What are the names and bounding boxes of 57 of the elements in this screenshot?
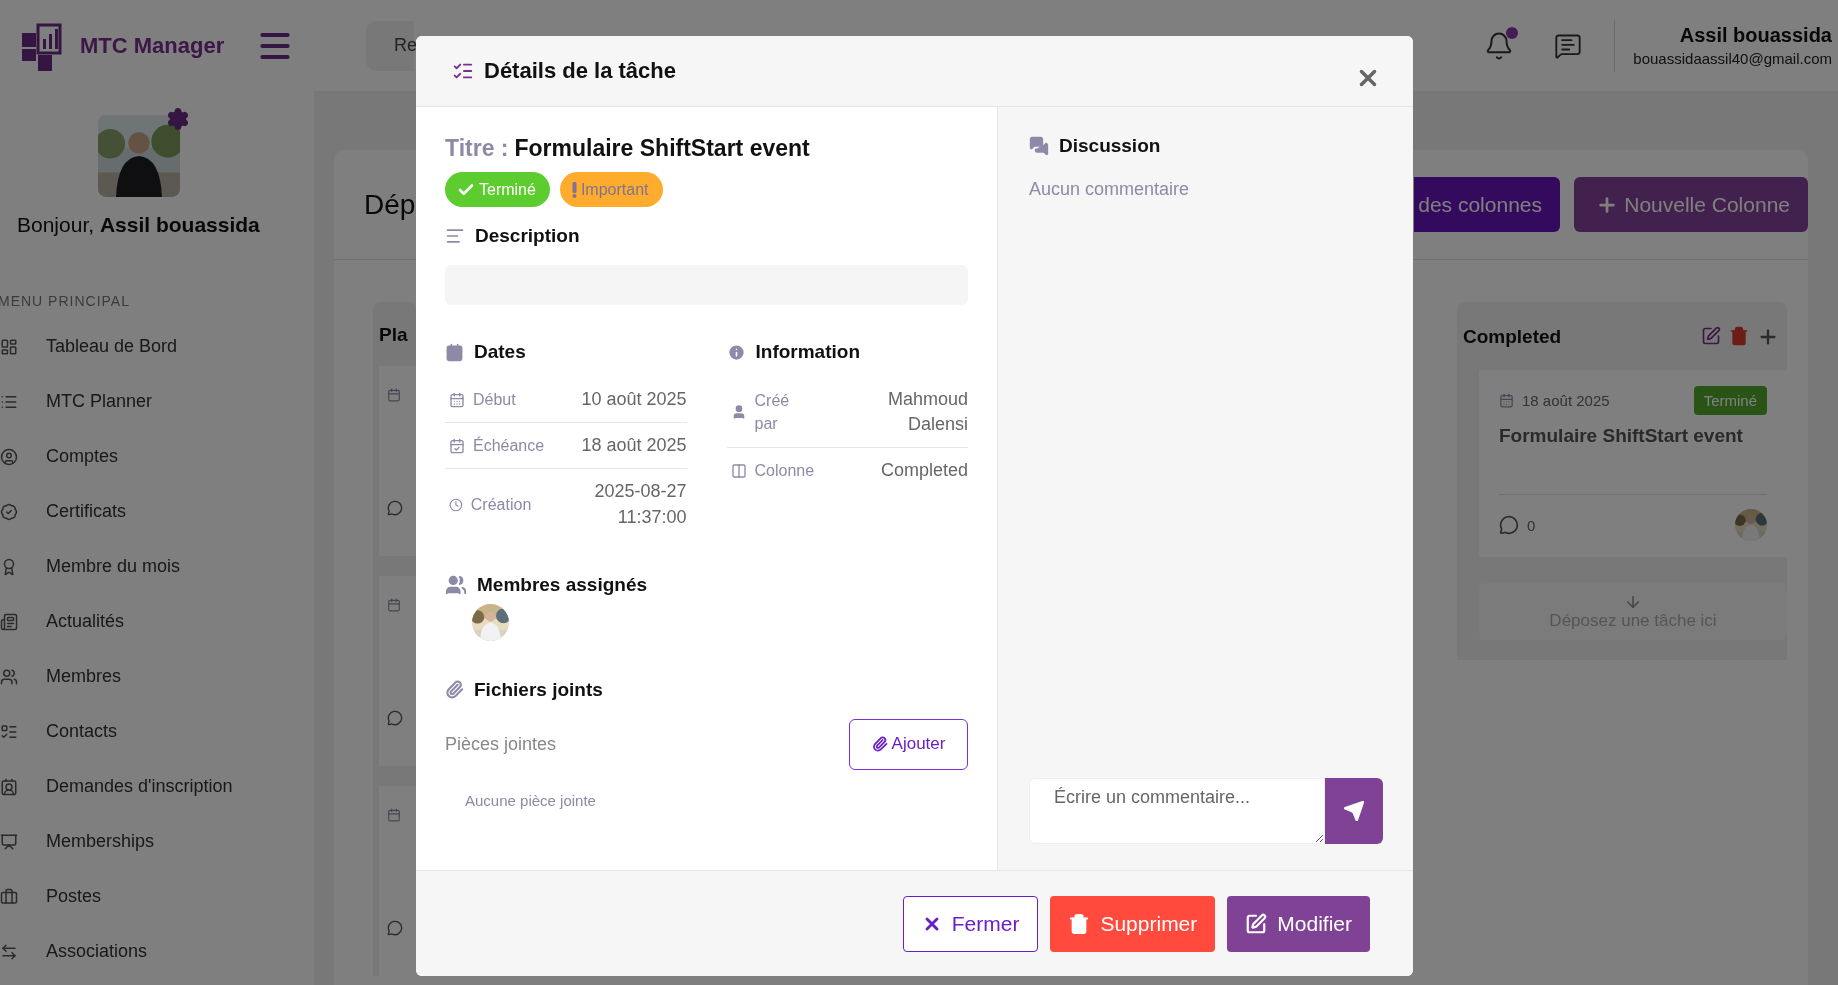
menu-item[interactable]: Postes [0, 869, 314, 924]
status-badge: Terminé [1693, 386, 1767, 415]
menu-item[interactable]: Contacts [0, 704, 314, 759]
menu-item[interactable]: Associations [0, 924, 314, 979]
field-label: Échéance [473, 435, 546, 457]
brand-name: MTC Manager [80, 32, 225, 59]
section-title: Description [475, 225, 580, 247]
section-title: Membres assignés [477, 573, 648, 596]
task-card[interactable]: 18 août 2025 Terminé Formulaire ShiftStart event 0 [1479, 370, 1787, 557]
search-field[interactable]: Re [366, 20, 414, 71]
field-label: Début [473, 390, 517, 410]
task-title: Formulaire ShiftStart event [514, 135, 810, 162]
column-title: Completed [1463, 326, 1562, 348]
comment-count: 0 [1527, 516, 1536, 534]
dialog-title: Détails de la tâche [484, 58, 676, 84]
menu-item[interactable]: Membres [0, 649, 314, 704]
add-button[interactable]: Ajouter [849, 718, 968, 770]
menu-item[interactable]: MTC Planner [0, 374, 314, 429]
field-value: Completed [880, 459, 968, 483]
menu-item[interactable]: Actualités [0, 594, 314, 649]
field-value: 10 août 2025 [581, 388, 687, 411]
edit-button[interactable]: Modifier [1227, 895, 1370, 952]
greeting: Bonjour, Assil bouassida [17, 213, 261, 237]
card-date: 18 août 2025 [1522, 392, 1610, 409]
column-title: Pla [379, 324, 409, 346]
new-column-button[interactable]: Nouvelle Colonne [1574, 177, 1808, 232]
menu-item[interactable]: Demandes d'inscription [0, 759, 314, 814]
field-label: Colonne [754, 461, 816, 482]
section-title: Information [755, 341, 860, 363]
user-email: bouassidaassil40@gmail.com [1633, 50, 1832, 67]
menu-item[interactable]: Membre du mois [0, 539, 314, 594]
page-heading: Dép [364, 188, 416, 221]
menu-item[interactable]: Tableau de Bord [0, 319, 314, 374]
field-value: 2025-08-27 11:37:00 [593, 480, 687, 529]
attachments-label: Pièces jointes [445, 733, 557, 755]
title-label: Titre : [445, 135, 509, 162]
user-name: Assil bouassida [1679, 24, 1832, 47]
field-label: Créé par [754, 391, 791, 435]
card-title: Formulaire ShiftStart event [1499, 425, 1744, 447]
menu-item[interactable]: Certificats [0, 484, 314, 539]
close-button[interactable]: Fermer [902, 895, 1039, 952]
field-label: Création [470, 494, 533, 515]
field-value: 18 août 2025 [581, 434, 687, 458]
columns-button[interactable]: des colonnes [1414, 177, 1560, 232]
field-value: Mahmoud Dalensi [886, 388, 968, 437]
menu-item[interactable]: Memberships [0, 814, 314, 869]
section-title: Discussion [1059, 135, 1161, 157]
section-title: Fichiers joints [474, 678, 603, 701]
status-badge: Terminé [445, 172, 550, 207]
delete-button[interactable]: Supprimer [1050, 895, 1216, 952]
comment-field[interactable]: Écrire un commentaire... [1029, 778, 1325, 844]
empty-attachments: Aucune pièce jointe [465, 791, 597, 809]
section-label: MENU PRINCIPAL [0, 293, 131, 309]
empty-comments: Aucun commentaire [1029, 179, 1191, 200]
priority-badge: Important [559, 172, 663, 207]
section-title: Dates [474, 341, 526, 363]
menu-item[interactable]: Comptes [0, 429, 314, 484]
